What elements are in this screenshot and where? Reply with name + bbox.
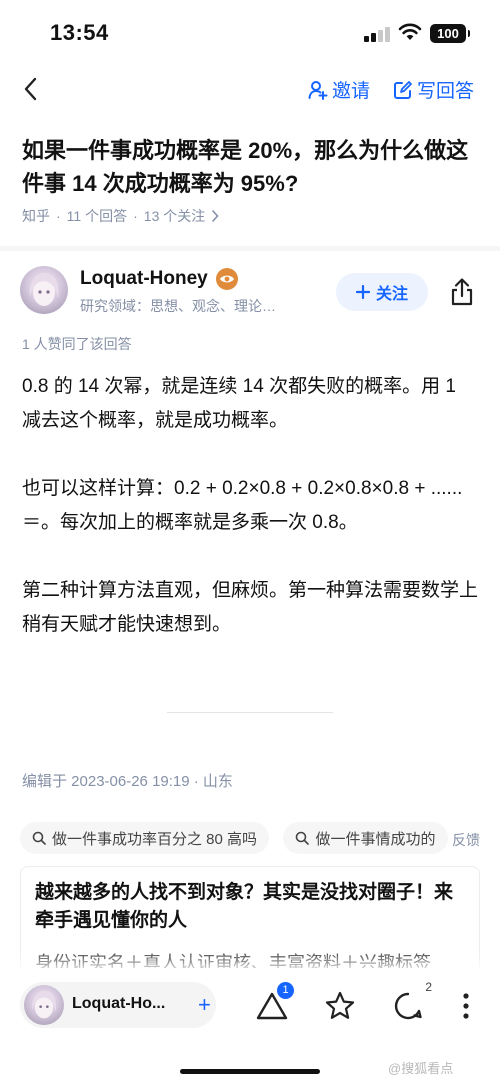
related-search-chip[interactable]: 做一件事情成功的 [283,822,448,854]
battery-icon: 100 [430,24,470,43]
wifi-icon [398,23,422,40]
avatar [24,985,64,1025]
author-description: 研究领域：思想、观念、理论… [80,298,276,314]
related-search-chip[interactable]: 做一件事成功率百分之 80 高吗 [20,822,270,854]
edit-icon [394,80,412,99]
write-answer-button[interactable]: 写回答 [393,76,474,103]
pill-follow-plus[interactable]: + [198,992,211,1018]
meta-separator: · [133,208,138,224]
answers-count: 11 个回答 [66,208,128,224]
meta-separator: · [56,208,61,224]
author-name[interactable]: Loquat-Honey [80,268,208,290]
related-search-text: 做一件事成功率百分之 80 高吗 [52,830,258,848]
answer-paragraph: 也可以这样计算：0.2 + 0.2×0.8 + 0.2×0.8×0.8 + ..… [22,478,463,533]
plus-icon [355,285,370,299]
related-searches: 做一件事成功率百分之 80 高吗 做一件事情成功的 [20,822,480,854]
comment-count: 2 [425,980,432,994]
back-button[interactable] [16,74,44,104]
section-divider [0,246,500,251]
edit-info: 编辑于 2023-06-26 19:19 · 山东 [22,773,233,790]
question-source: 知乎 [22,208,50,224]
follow-button[interactable]: 关注 [336,273,428,311]
favorite-button[interactable] [320,986,360,1026]
answer-content: 0.8 的 14 次幂，就是连续 14 次都失败的概率。用 1 减去这个概率，就… [22,370,478,676]
answer-paragraph: 第二种计算方法直观，但麻烦。第一种算法需要数学上稍有天赋才能快速想到。 [22,580,479,635]
more-button[interactable] [446,986,486,1026]
nav-bar: 邀请 写回答 [0,66,500,114]
share-button[interactable] [448,277,476,307]
search-icon [32,831,46,845]
upvote-button[interactable]: 1 [252,982,294,1026]
write-answer-label: 写回答 [417,81,475,102]
comment-button[interactable]: 2 [388,980,432,1026]
answer-paragraph: 0.8 的 14 次幂，就是连续 14 次都失败的概率。用 1 减去这个概率，就… [22,376,456,431]
ad-title: 越来越多的人找不到对象？其实是没找对圈子！来牵手遇见懂你的人 [35,882,454,931]
avatar[interactable] [20,266,68,314]
search-icon [296,831,310,845]
eye-icon [216,268,238,290]
invite-label: 邀请 [332,81,371,102]
cellular-signal-icon [364,26,390,42]
feedback-link[interactable]: 反馈 [448,830,480,850]
chevron-right-icon [212,210,219,222]
person-add-icon [308,80,328,100]
invite-button[interactable]: 邀请 [308,76,370,103]
likers-text[interactable]: 1 人赞同了该回答 [22,334,132,354]
status-bar: 13:54 100 [0,0,500,66]
answer-end-divider [167,712,333,713]
question-title[interactable]: 如果一件事成功概率是 20%，那么为什么做这件事 14 次成功概率为 95%? [22,134,482,200]
more-vertical-icon [463,993,469,1019]
share-icon [451,278,473,306]
follow-label: 关注 [375,286,408,303]
watermark: @搜狐看点 [388,1061,454,1076]
question-meta[interactable]: 知乎 · 11 个回答 · 13 个关注 [22,206,219,226]
home-indicator [180,1069,320,1074]
star-icon [325,991,355,1019]
chevron-left-icon [24,77,37,101]
avatar-image [29,272,59,306]
comment-icon [394,992,422,1020]
pill-author-name: Loquat-Ho... [72,995,166,1012]
author-pill[interactable]: Loquat-Ho... + [20,982,216,1028]
followers-count: 13 个关注 [143,208,206,224]
related-search-text: 做一件事情成功的 [315,830,436,848]
status-time: 13:54 [50,20,109,45]
upvote-badge: 1 [277,982,294,999]
